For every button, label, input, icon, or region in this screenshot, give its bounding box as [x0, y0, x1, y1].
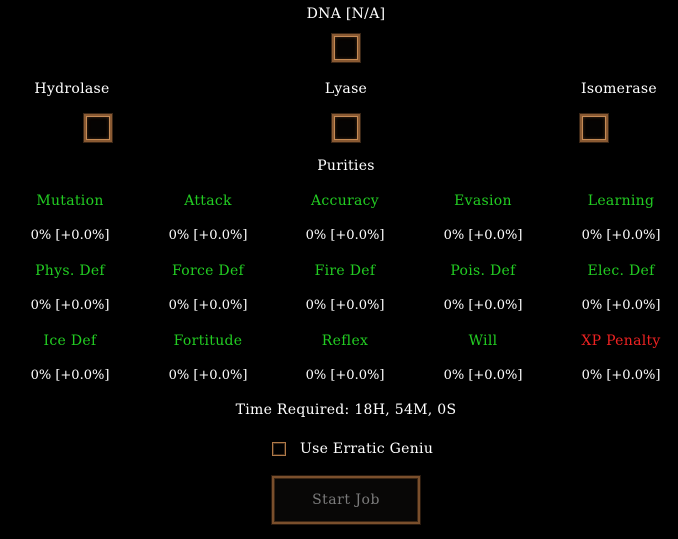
- stat-value: 0% [+0.0%]: [168, 228, 248, 243]
- stat-value: 0% [+0.0%]: [443, 298, 523, 313]
- hydrolase-label: Hydrolase: [34, 81, 110, 97]
- stat-name: Evasion: [454, 193, 512, 209]
- stat-name: Fire Def: [314, 263, 376, 279]
- stat-value: 0% [+0.0%]: [305, 368, 385, 383]
- lyase-slot[interactable]: [332, 114, 360, 142]
- stat-name: Attack: [184, 193, 232, 209]
- stat-value: 0% [+0.0%]: [581, 298, 661, 313]
- stat-name: Will: [468, 333, 498, 349]
- stat-value: 0% [+0.0%]: [30, 368, 110, 383]
- time-required: Time Required: 18H, 54M, 0S: [235, 402, 457, 418]
- stat-value: 0% [+0.0%]: [168, 368, 248, 383]
- stat-name: Ice Def: [43, 333, 97, 349]
- stat-value: 0% [+0.0%]: [581, 228, 661, 243]
- hydrolase-slot[interactable]: [84, 114, 112, 142]
- stat-name: Pois. Def: [450, 263, 516, 279]
- start-job-label: Start Job: [312, 492, 380, 508]
- stat-name: Force Def: [171, 263, 245, 279]
- erratic-genius-checkbox[interactable]: [272, 442, 286, 456]
- stat-value: 0% [+0.0%]: [305, 298, 385, 313]
- erratic-genius-label: Use Erratic Geniu: [300, 441, 434, 457]
- stat-name: Reflex: [321, 333, 369, 349]
- stat-name: Elec. Def: [587, 263, 655, 279]
- stat-name: Learning: [587, 193, 655, 209]
- stat-value: 0% [+0.0%]: [30, 228, 110, 243]
- stat-value: 0% [+0.0%]: [443, 368, 523, 383]
- stat-name: Mutation: [36, 193, 104, 209]
- purities-heading: Purities: [317, 158, 375, 174]
- dna-slot[interactable]: [332, 34, 360, 62]
- dna-label: DNA [N/A]: [306, 6, 386, 22]
- stat-value: 0% [+0.0%]: [581, 368, 661, 383]
- lyase-label: Lyase: [324, 81, 368, 97]
- stat-name: Phys. Def: [35, 263, 105, 279]
- stat-name: Accuracy: [311, 193, 379, 209]
- stat-name: XP Penalty: [581, 333, 661, 349]
- stat-value: 0% [+0.0%]: [168, 298, 248, 313]
- isomerase-label: Isomerase: [581, 81, 657, 97]
- stat-value: 0% [+0.0%]: [30, 298, 110, 313]
- stat-value: 0% [+0.0%]: [443, 228, 523, 243]
- start-job-button[interactable]: Start Job: [272, 476, 420, 524]
- stat-name: Fortitude: [173, 333, 243, 349]
- isomerase-slot[interactable]: [580, 114, 608, 142]
- stat-value: 0% [+0.0%]: [305, 228, 385, 243]
